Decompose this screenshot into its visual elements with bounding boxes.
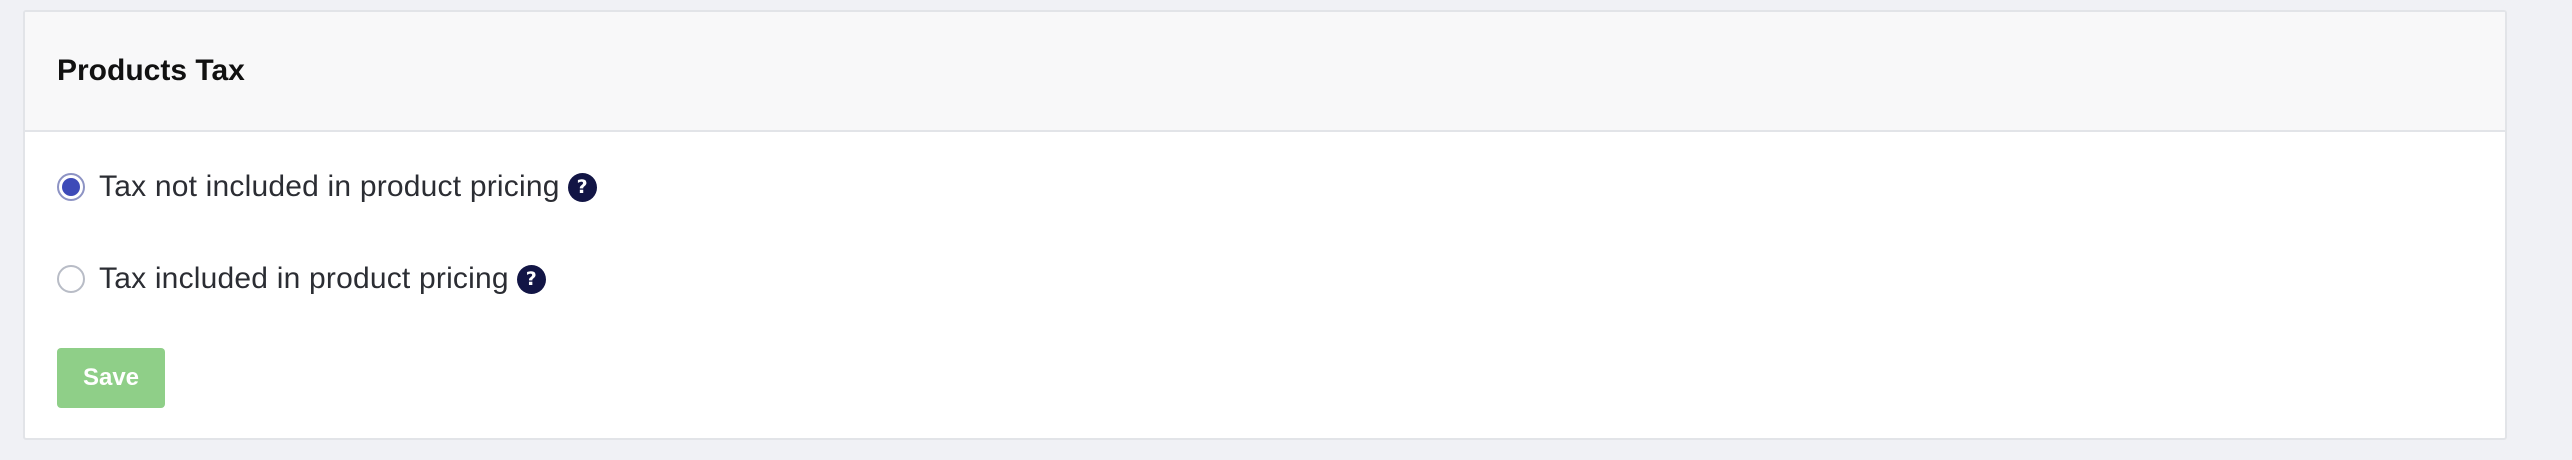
card-title: Products Tax <box>57 54 245 87</box>
question-circle-icon[interactable]: ? <box>516 264 546 294</box>
products-tax-card: Products Tax Tax not included in product… <box>23 10 2507 440</box>
tax-not-included-label: Tax not included in product pricing <box>99 170 560 203</box>
tax-included-option[interactable]: Tax included in product pricing ? <box>57 262 546 296</box>
radio-selected-dot <box>62 178 80 196</box>
tax-included-radio[interactable] <box>57 265 85 293</box>
tax-not-included-radio[interactable] <box>57 173 85 201</box>
card-header: Products Tax <box>25 12 2505 132</box>
save-button[interactable]: Save <box>57 348 165 408</box>
question-circle-icon[interactable]: ? <box>567 172 597 202</box>
tax-not-included-option[interactable]: Tax not included in product pricing ? <box>57 170 597 204</box>
tax-included-label: Tax included in product pricing <box>99 262 509 295</box>
